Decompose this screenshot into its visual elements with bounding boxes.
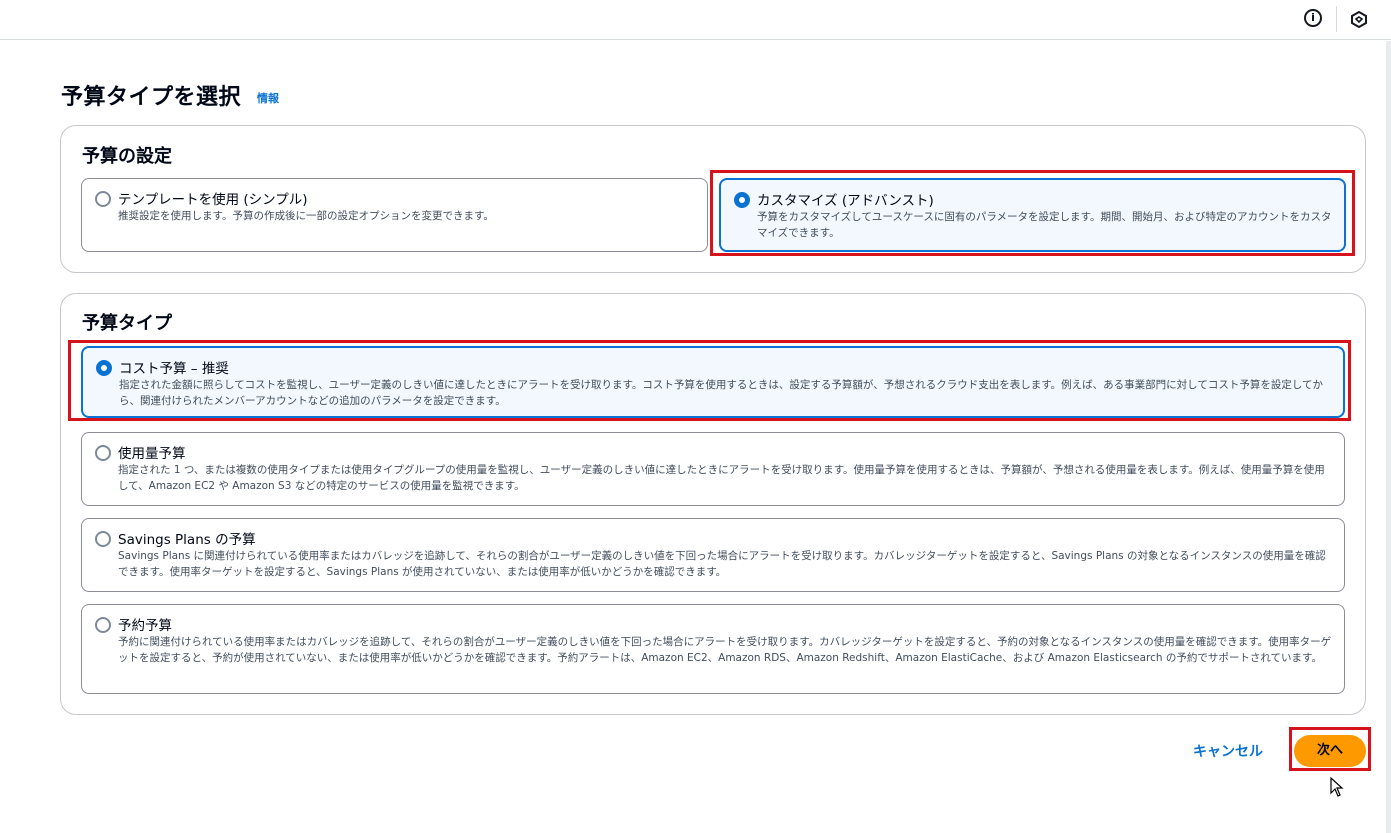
option-description: 予約に関連付けられている使用率またはカバレッジを追跡して、それらの割合がユーザー… (118, 636, 1332, 664)
cloudshell-hex-icon[interactable] (1351, 11, 1367, 28)
option-description: Savings Plans に関連付けられている使用率またはカバレッジを追跡して… (118, 550, 1326, 578)
option-label: Savings Plans の予算 (118, 532, 256, 548)
option-description: 推奨設定を使用します。予算の作成後に一部の設定オプションを変更できます。 (118, 210, 494, 222)
option-cost-budget[interactable]: コスト予算 – 推奨 指定された金額に照らしてコストを監視し、ユーザー定義のしき… (81, 346, 1345, 418)
scrollbar[interactable] (1386, 41, 1391, 833)
next-button[interactable]: 次へ (1294, 735, 1366, 767)
option-label: 使用量予算 (118, 446, 186, 462)
option-template[interactable]: テンプレートを使用 (シンプル) 推奨設定を使用します。予算の作成後に一部の設定… (81, 178, 708, 252)
option-reservation-budget[interactable]: 予約予算 予約に関連付けられている使用率またはカバレッジを追跡して、それらの割合… (81, 604, 1345, 694)
option-label: コスト予算 – 推奨 (119, 361, 229, 377)
cancel-button[interactable]: キャンセル (1193, 741, 1263, 761)
option-label: カスタマイズ (アドバンスト) (757, 193, 934, 209)
option-description: 指定された金額に照らしてコストを監視し、ユーザー定義のしきい値に達したときにアラ… (119, 379, 1324, 407)
page-title: 予算タイプを選択 (61, 85, 242, 110)
option-savings-plans-budget[interactable]: Savings Plans の予算 Savings Plans に関連付けられて… (81, 518, 1345, 592)
radio-icon[interactable] (95, 191, 111, 207)
info-link[interactable]: 情報 (257, 90, 279, 106)
radio-selected-icon[interactable] (734, 192, 750, 208)
budget-type-panel: 予算タイプ コスト予算 – 推奨 指定された金額に照らしてコストを監視し、ユーザ… (60, 293, 1366, 715)
info-icon[interactable]: i (1304, 9, 1322, 27)
option-description: 指定された 1 つ、または複数の使用タイプまたは使用タイプグループの使用量を監視… (118, 464, 1325, 492)
radio-icon[interactable] (95, 445, 111, 461)
option-label: テンプレートを使用 (シンプル) (118, 192, 308, 208)
budget-setup-panel: 予算の設定 テンプレートを使用 (シンプル) 推奨設定を使用します。予算の作成後… (60, 125, 1366, 273)
option-label: 予約予算 (118, 618, 172, 634)
radio-icon[interactable] (95, 617, 111, 633)
toolbar-divider (1336, 6, 1337, 32)
option-customize[interactable]: カスタマイズ (アドバンスト) 予算をカスタマイズしてユースケースに固有のパラメ… (719, 178, 1346, 252)
option-usage-budget[interactable]: 使用量予算 指定された 1 つ、または複数の使用タイプまたは使用タイプグループの… (81, 432, 1345, 506)
radio-icon[interactable] (95, 531, 111, 547)
top-bar: i (0, 0, 1391, 40)
budget-type-heading: 予算タイプ (82, 313, 172, 334)
radio-selected-icon[interactable] (96, 360, 112, 376)
budget-setup-heading: 予算の設定 (82, 146, 172, 167)
mouse-cursor-icon (1330, 777, 1344, 797)
option-description: 予算をカスタマイズしてユースケースに固有のパラメータを設定します。期間、開始月、… (757, 211, 1332, 239)
